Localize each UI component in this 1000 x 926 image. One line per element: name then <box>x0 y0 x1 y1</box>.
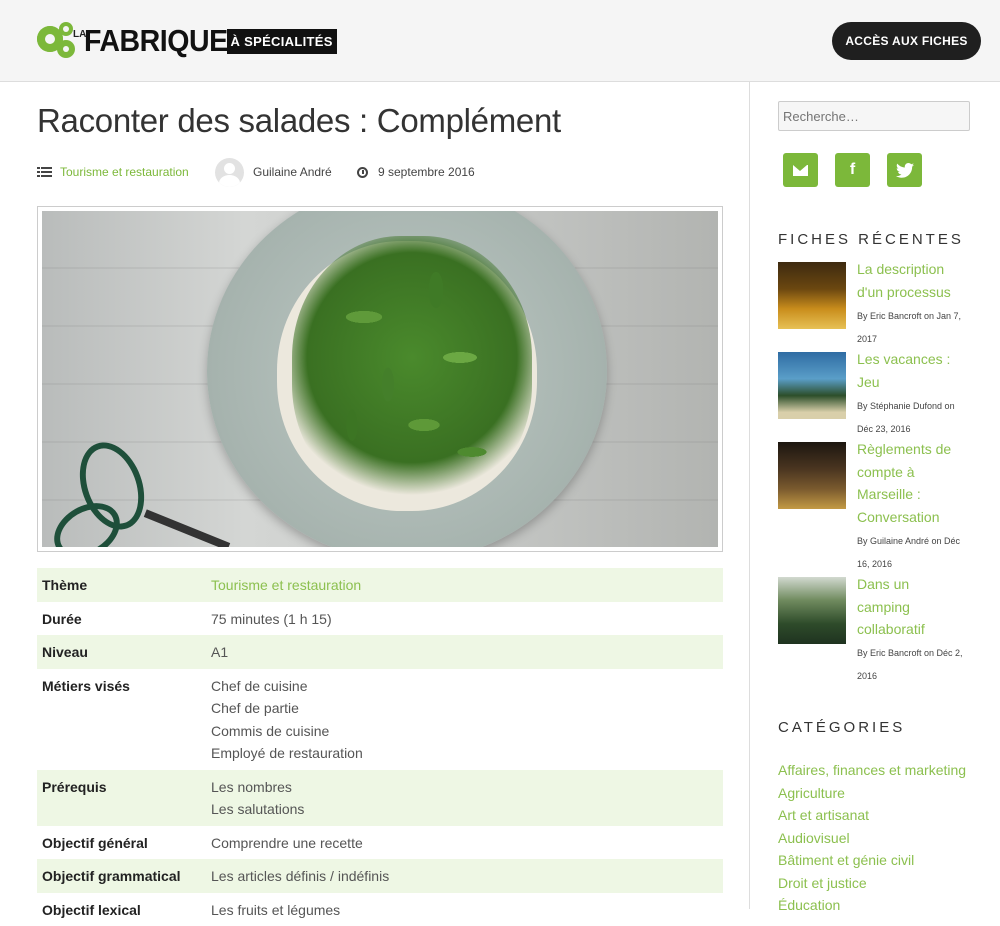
recent-item-byline: By Stéphanie Dufond onDéc 23, 2016 <box>857 395 969 440</box>
date-text: 9 septembre 2016 <box>378 165 475 179</box>
recent-thumbnail[interactable] <box>778 262 846 329</box>
info-row-label: Thème <box>42 574 211 597</box>
facebook-share-button[interactable]: f <box>835 153 870 187</box>
recent-thumbnail[interactable] <box>778 442 846 509</box>
info-row-value: Les fruits et légumes <box>211 899 340 922</box>
facebook-icon: f <box>850 161 855 179</box>
info-row-value: Les articles définis / indéfinis <box>211 865 389 888</box>
category-link[interactable]: Audiovisuel <box>778 827 988 850</box>
featured-image <box>37 206 723 552</box>
info-row-value: A1 <box>211 641 228 664</box>
info-table: ThèmeTourisme et restaurationDurée75 min… <box>37 568 723 926</box>
info-row-value: Tourisme et restauration <box>211 574 361 597</box>
post-author: Guilaine André <box>215 157 332 187</box>
info-row-label: Objectif grammatical <box>42 865 211 888</box>
category-link[interactable]: Droit et justice <box>778 872 988 895</box>
info-row: Métiers visésChef de cuisineChef de part… <box>37 669 723 770</box>
list-icon <box>37 167 52 178</box>
info-row-value: Comprendre une recette <box>211 832 363 855</box>
categories-list: Affaires, finances et marketingAgricultu… <box>778 759 988 917</box>
column-divider <box>749 82 750 909</box>
info-row-value: Chef de cuisineChef de partieCommis de c… <box>211 675 363 765</box>
category-link[interactable]: Tourisme et restauration <box>60 165 189 179</box>
twitter-share-button[interactable] <box>887 153 922 187</box>
recent-item-title[interactable]: Règlements decompte àMarseille :Conversa… <box>857 438 967 528</box>
search-input[interactable] <box>778 101 970 131</box>
email-icon <box>793 165 808 176</box>
author-name: Guilaine André <box>253 165 332 179</box>
recent-item-byline: By Eric Bancroft on Jan 7,2017 <box>857 305 969 350</box>
recent-item-title[interactable]: La descriptiond'un processus <box>857 258 967 303</box>
categories-title: CATÉGORIES <box>778 719 905 736</box>
category-link[interactable]: Art et artisanat <box>778 804 988 827</box>
twitter-icon <box>896 163 914 178</box>
recent-item-byline: By Guilaine André on Déc16, 2016 <box>857 530 969 575</box>
info-row-label: Prérequis <box>42 776 211 821</box>
post-title: Raconter des salades : Complément <box>37 102 561 140</box>
site-header: LA FABRIQUE À SPÉCIALITÉS ACCÈS AUX FICH… <box>0 0 1000 82</box>
post-date: 9 septembre 2016 <box>357 157 475 187</box>
recent-thumbnail[interactable] <box>778 577 846 644</box>
logo-main-text: FABRIQUE <box>84 23 228 59</box>
info-row-label: Métiers visés <box>42 675 211 765</box>
avatar <box>215 158 244 187</box>
recent-item-title[interactable]: Dans uncampingcollaboratif <box>857 573 967 641</box>
theme-link[interactable]: Tourisme et restauration <box>211 577 361 593</box>
category-link[interactable]: Éducation <box>778 894 988 917</box>
clock-icon <box>357 167 368 178</box>
info-row: Durée75 minutes (1 h 15) <box>37 602 723 636</box>
info-row-value: Les nombresLes salutations <box>211 776 304 821</box>
info-row-label: Objectif lexical <box>42 899 211 922</box>
email-share-button[interactable] <box>783 153 818 187</box>
info-row-label: Objectif général <box>42 832 211 855</box>
recent-item-title[interactable]: Les vacances :Jeu <box>857 348 967 393</box>
info-row-label: Niveau <box>42 641 211 664</box>
logo-tag-text: À SPÉCIALITÉS <box>227 29 337 54</box>
category-link[interactable]: Bâtiment et génie civil <box>778 849 988 872</box>
salad-photo <box>42 211 718 547</box>
info-row-label: Durée <box>42 608 211 631</box>
category-link[interactable]: Affaires, finances et marketing <box>778 759 988 782</box>
info-row: Objectif lexicalLes fruits et légumes <box>37 893 723 926</box>
info-row: NiveauA1 <box>37 635 723 669</box>
post-category: Tourisme et restauration <box>37 157 189 187</box>
recent-thumbnail[interactable] <box>778 352 846 419</box>
info-row: ThèmeTourisme et restauration <box>37 568 723 602</box>
recent-sheets-title: FICHES RÉCENTES <box>778 231 964 248</box>
site-logo[interactable]: LA FABRIQUE À SPÉCIALITÉS <box>37 22 337 60</box>
info-row: Objectif généralComprendre une recette <box>37 826 723 860</box>
category-link[interactable]: Agriculture <box>778 782 988 805</box>
scissors-graphic <box>52 441 222 547</box>
recent-item-byline: By Eric Bancroft on Déc 2,2016 <box>857 642 969 687</box>
access-sheets-button[interactable]: ACCÈS AUX FICHES <box>832 22 981 60</box>
social-links: f <box>783 153 922 187</box>
info-row: PrérequisLes nombresLes salutations <box>37 770 723 826</box>
info-row-value: 75 minutes (1 h 15) <box>211 608 332 631</box>
post-meta: Tourisme et restauration Guilaine André … <box>37 157 723 187</box>
gears-icon <box>37 22 81 60</box>
info-row: Objectif grammaticalLes articles définis… <box>37 859 723 893</box>
